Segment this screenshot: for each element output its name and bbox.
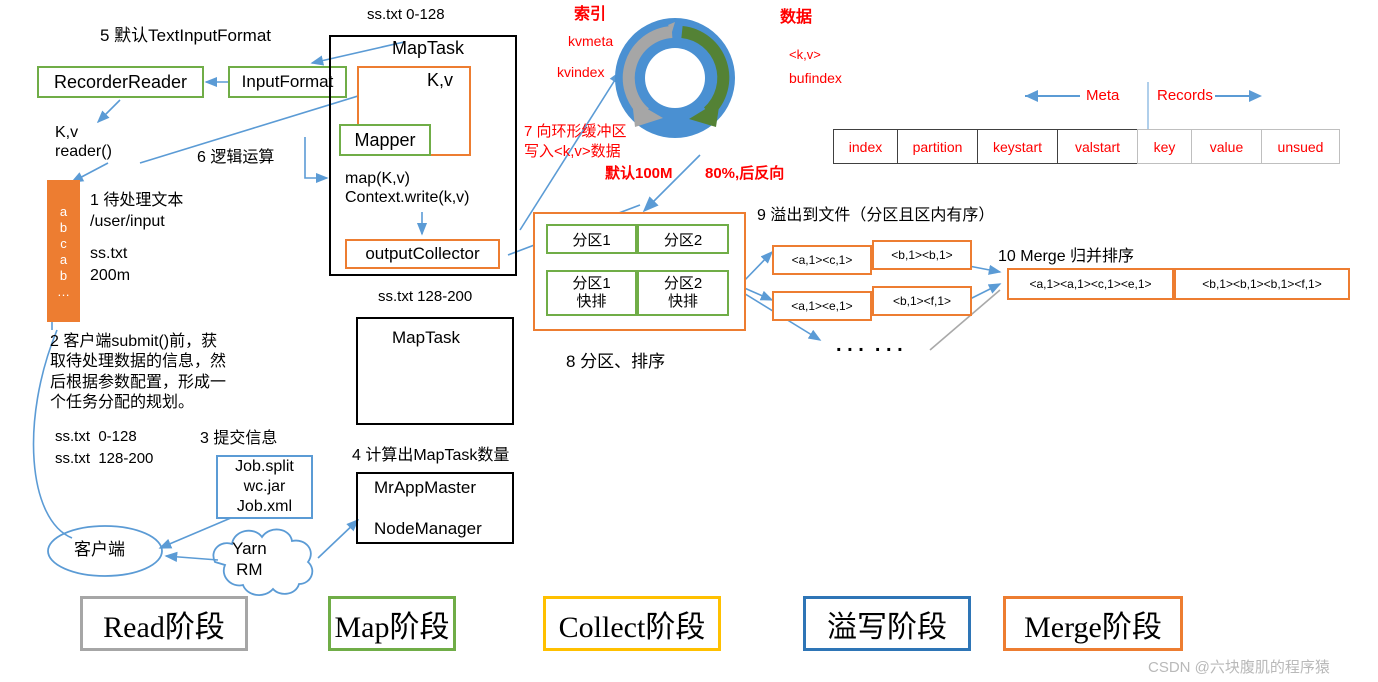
label-map-task-bottom: MapTask (392, 328, 461, 347)
stage-box-collect[interactable]: Collect阶段 (543, 596, 721, 651)
text-line: a (59, 203, 68, 219)
label-step8: 8 分区、排序 (566, 352, 666, 371)
meta-cell-index: index (833, 129, 897, 164)
label-client: 客户端 (74, 540, 125, 559)
text-line: b (59, 267, 68, 283)
text-line: b (59, 219, 68, 235)
text-line: c (60, 235, 67, 251)
text-line: … (57, 283, 70, 299)
label-kv-reader: K,v reader() (55, 124, 112, 160)
partition-cell-2: 分区2 (637, 224, 729, 254)
label-step2: 2 客户端submit()前，获 取待处理数据的信息，然 后根据参数配置，形成一… (50, 333, 227, 412)
label-step3: 3 提交信息 (200, 430, 278, 447)
label-step2-split2: ss.txt 128-200 (55, 450, 154, 467)
watermark: CSDN @六块腹肌的程序猿 (1148, 659, 1330, 676)
label-kvindex: kvindex (557, 64, 605, 80)
label-step4: 4 计算出MapTask数量 (352, 447, 510, 464)
text-block-input: a b c a b … (47, 180, 80, 322)
label-records: Records (1157, 87, 1213, 104)
spill-file-2-part-2: <b,1><f,1> (872, 286, 972, 316)
merge-file-part-2: <b,1><b,1><b,1><f,1> (1174, 268, 1350, 300)
record-cell-value: value (1191, 129, 1261, 164)
meta-direction-arrow (622, 22, 675, 127)
label-step1-file: ss.txt (90, 245, 128, 262)
record-cell-unsued: unsued (1261, 129, 1340, 164)
stage-box-map[interactable]: Map阶段 (328, 596, 456, 651)
box-output-collector[interactable]: outputCollector (345, 239, 500, 269)
label-meta: Meta (1086, 87, 1120, 104)
spill-file-1-part-2: <b,1><b,1> (872, 240, 972, 270)
stage-box-read[interactable]: Read阶段 (80, 596, 248, 651)
partition-sort-cell-1: 分区1 快排 (546, 270, 637, 316)
stage-box-spill[interactable]: 溢写阶段 (803, 596, 971, 651)
ring-buffer-outer (615, 18, 735, 138)
label-split-top: ss.txt 0-128 (367, 6, 445, 23)
label-step6: 6 逻辑运算 (197, 149, 275, 166)
box-job-split[interactable]: Job.split wc.jar Job.xml (216, 455, 313, 519)
partition-sort-cell-2: 分区2 快排 (637, 270, 729, 316)
label-data-title: 数据 (780, 9, 813, 26)
label-mr-app-master: MrAppMaster (374, 478, 477, 497)
label-step10: 10 Merge 归并排序 (998, 248, 1135, 265)
label-step1-path: /user/input (90, 213, 165, 230)
label-map-calls: map(K,v) Context.write(k,v) (345, 170, 470, 206)
label-step1-size: 200m (90, 267, 131, 284)
label-step1: 1 待处理文本 (90, 192, 184, 209)
label-spill-ellipsis: . . . . . . (836, 334, 903, 356)
label-bufindex: bufindex (789, 70, 842, 86)
meta-cell-keystart: keystart (977, 129, 1057, 164)
ring-buffer-hole (645, 48, 705, 108)
box-recorder-reader[interactable]: RecorderReader (37, 66, 204, 98)
meta-cell-valstart: valstart (1057, 129, 1137, 164)
stage-box-merge[interactable]: Merge阶段 (1003, 596, 1183, 651)
label-kv: K,v (427, 70, 454, 90)
diagram-canvas: 5 默认TextInputFormat RecorderReader Input… (0, 0, 1378, 682)
label-yarn-rm: Yarn RM (232, 539, 267, 580)
text-line: a (59, 251, 68, 267)
spill-file-2-part-1: <a,1><e,1> (772, 291, 872, 321)
box-mapper[interactable]: Mapper (339, 124, 431, 156)
label-step2-split1: ss.txt 0-128 (55, 428, 137, 445)
label-index-title: 索引 (574, 6, 607, 23)
label-map-task-top: MapTask (392, 38, 465, 58)
label-capacity: 默认100M (605, 165, 673, 182)
data-direction-arrow (681, 26, 730, 127)
record-cell-key: key (1137, 129, 1191, 164)
label-threshold: 80%,后反向 (705, 165, 785, 182)
merge-file-part-1: <a,1><a,1><c,1><e,1> (1007, 268, 1174, 300)
meta-cell-partition: partition (897, 129, 977, 164)
label-kv-pair: <k,v> (789, 47, 821, 62)
label-node-manager: NodeManager (374, 519, 482, 538)
label-kvmeta: kvmeta (568, 33, 614, 49)
partition-cell-1: 分区1 (546, 224, 637, 254)
label-step7: 7 向环形缓冲区 写入<k,v>数据 (524, 123, 627, 160)
spill-file-1-part-1: <a,1><c,1> (772, 245, 872, 275)
label-step5: 5 默认TextInputFormat (100, 26, 272, 45)
meta-records-table: index partition keystart valstart key va… (833, 129, 1340, 164)
label-split-bottom: ss.txt 128-200 (378, 288, 473, 305)
label-step9: 9 溢出到文件（分区且区内有序） (757, 207, 995, 224)
